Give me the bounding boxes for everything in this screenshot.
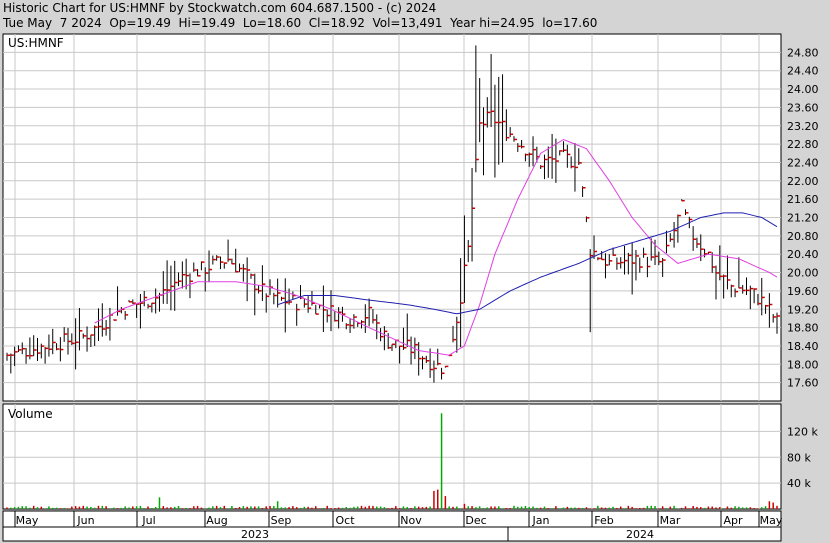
month-label: Jan [532, 514, 550, 527]
month-label: May [760, 514, 783, 527]
price-tick-label: 20.40 [787, 248, 819, 261]
price-tick-label: 21.20 [787, 212, 819, 225]
year-axis-strip [2, 526, 782, 542]
price-tick-label: 22.00 [787, 175, 819, 188]
stock-chart: 24.80 24.40 24.00 23.60 23.20 22.80 22.40 22.00… [2, 33, 819, 542]
month-label: Feb [594, 514, 613, 527]
price-tick-label: 21.60 [787, 193, 819, 206]
month-label: Sep [271, 514, 292, 527]
year-label: 2023 [241, 528, 269, 541]
price-tick-label: 19.60 [787, 285, 819, 298]
price-tick-label: 20.80 [787, 230, 819, 243]
month-label: Jul [141, 514, 155, 527]
volume-tick-label: 40 k [787, 477, 811, 490]
price-tick-label: 24.00 [787, 83, 819, 96]
price-tick-label: 23.60 [787, 101, 819, 114]
volume-panel [2, 403, 782, 510]
month-label: Aug [206, 514, 227, 527]
price-tick-label: 22.80 [787, 138, 819, 151]
month-label: Jun [76, 514, 94, 527]
year-label: 2024 [626, 528, 654, 541]
price-tick-label: 18.00 [787, 358, 819, 371]
price-tick-label: 22.40 [787, 156, 819, 169]
price-tick-label: 23.20 [787, 120, 819, 133]
month-label: Oct [335, 514, 355, 527]
price-tick-label: 24.40 [787, 65, 819, 78]
month-label: May [16, 514, 39, 527]
price-tick-label: 19.20 [787, 303, 819, 316]
price-tick-label: 18.40 [787, 340, 819, 353]
month-label: Mar [660, 514, 681, 527]
month-label: Dec [465, 514, 486, 527]
volume-tick-label: 120 k [787, 425, 818, 438]
month-label: Apr [723, 514, 743, 527]
price-tick-label: 24.80 [787, 46, 819, 59]
price-tick-label: 20.00 [787, 267, 819, 280]
volume-panel-title: Volume [8, 407, 53, 421]
price-panel-title: US:HMNF [8, 36, 64, 50]
month-label: Nov [400, 514, 422, 527]
price-tick-label: 17.60 [787, 377, 819, 390]
volume-tick-label: 80 k [787, 451, 811, 464]
price-tick-label: 18.80 [787, 322, 819, 335]
